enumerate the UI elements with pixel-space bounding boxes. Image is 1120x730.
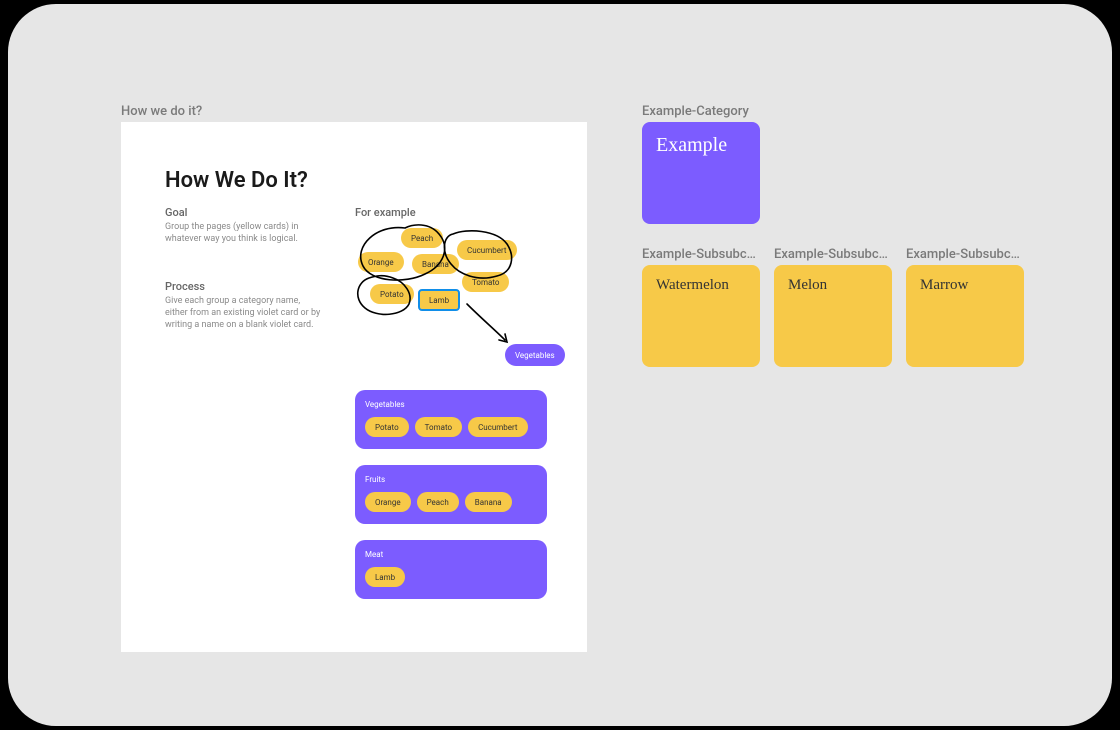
group-title: Meat (365, 550, 537, 559)
card-title: Marrow (920, 277, 1010, 294)
example-subcategory-label-1: Example-Subsubcategory (642, 247, 760, 262)
group-box-vegetables[interactable]: Vegetables Potato Tomato Cucumbert (355, 390, 547, 449)
card-title: Example (656, 134, 746, 157)
goal-text: Group the pages (yellow cards) in whatev… (165, 221, 325, 245)
card-orange[interactable]: Orange (358, 252, 404, 272)
subcard-marrow[interactable]: Marrow (906, 265, 1024, 367)
goal-heading: Goal (165, 206, 187, 219)
arrow-icon (461, 300, 521, 350)
group-box-fruits[interactable]: Fruits Orange Peach Banana (355, 465, 547, 524)
doc-frame-label: How we do it? (121, 104, 202, 119)
card-cucumbert[interactable]: Cucumbert (457, 240, 517, 260)
example-category-card[interactable]: Example (642, 122, 760, 224)
card-peach[interactable]: Peach (417, 492, 459, 512)
process-text: Give each group a category name, either … (165, 295, 325, 331)
subcard-watermelon[interactable]: Watermelon (642, 265, 760, 367)
canvas-stage[interactable]: How we do it? How We Do It? Goal Group t… (8, 4, 1112, 726)
card-potato[interactable]: Potato (365, 417, 409, 437)
card-cucumbert[interactable]: Cucumbert (468, 417, 528, 437)
example-subcategory-label-3: Example-Subsubcategory (906, 247, 1024, 262)
doc-title: How We Do It? (165, 168, 308, 193)
example-heading: For example (355, 206, 416, 219)
card-banana[interactable]: Banana (412, 254, 459, 274)
process-heading: Process (165, 280, 205, 293)
card-title: Melon (788, 277, 878, 294)
card-tomato[interactable]: Tomato (415, 417, 462, 437)
subcard-melon[interactable]: Melon (774, 265, 892, 367)
card-lamb[interactable]: Lamb (365, 567, 405, 587)
card-title: Watermelon (656, 277, 746, 294)
group-box-meat[interactable]: Meat Lamb (355, 540, 547, 599)
card-tomato[interactable]: Tomato (462, 272, 509, 292)
card-lamb-selected[interactable]: Lamb (419, 290, 459, 310)
card-banana[interactable]: Banana (465, 492, 512, 512)
card-potato[interactable]: Potato (370, 284, 414, 304)
category-tag-vegetables[interactable]: Vegetables (505, 344, 565, 366)
instructions-document[interactable]: How We Do It? Goal Group the pages (yell… (121, 122, 587, 652)
example-category-label: Example-Category (642, 104, 749, 119)
group-title: Vegetables (365, 400, 537, 409)
card-orange[interactable]: Orange (365, 492, 411, 512)
example-subcategory-label-2: Example-Subsubcategory (774, 247, 892, 262)
group-title: Fruits (365, 475, 537, 484)
card-peach[interactable]: Peach (401, 228, 443, 248)
